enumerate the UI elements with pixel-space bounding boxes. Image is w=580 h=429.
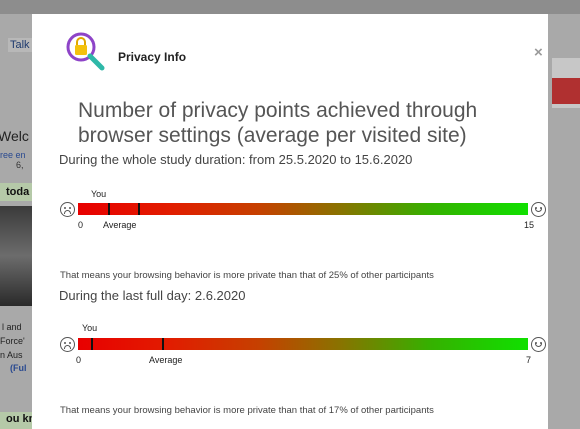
result-text: That means your browsing behavior is mor… <box>60 405 434 416</box>
background-photo <box>0 206 32 306</box>
background-line3: n Aus <box>0 350 23 360</box>
privacy-scale: 0 Average 7 <box>60 335 548 385</box>
background-sub-line2: 6, <box>16 160 24 170</box>
average-marker <box>161 338 164 350</box>
privacy-info-dialog: Privacy Info × Number of privacy points … <box>32 14 548 429</box>
background-top-strip <box>0 0 580 14</box>
sad-face-icon <box>60 337 75 352</box>
privacy-points-heading: Number of privacy points achieved throug… <box>78 99 478 147</box>
happy-face-icon <box>531 337 546 352</box>
you-label: You <box>82 323 98 333</box>
sad-face-icon <box>60 202 75 217</box>
background-line4: (Ful <box>10 363 27 373</box>
scale-min-label: 0 <box>76 355 82 365</box>
scale-min-label: 0 <box>78 220 84 230</box>
privacy-gradient-bar <box>78 338 528 350</box>
you-label: You <box>91 189 107 199</box>
magnifier-lock-icon <box>66 32 105 71</box>
background-today-header: toda <box>0 183 32 201</box>
you-marker <box>90 338 93 350</box>
background-welcome-text: Welc <box>0 128 29 144</box>
average-label: Average <box>149 355 183 365</box>
background-talk-tab[interactable]: Talk <box>8 38 32 52</box>
you-marker <box>108 203 110 215</box>
average-marker <box>138 203 140 215</box>
background-right-image <box>552 78 580 104</box>
section-label-study-duration: During the whole study duration: from 25… <box>59 152 413 167</box>
close-button[interactable]: × <box>534 44 543 61</box>
section-label-last-day: During the last full day: 2.6.2020 <box>59 288 246 303</box>
scale-max-label: 15 <box>524 220 535 230</box>
average-label: Average <box>103 220 137 230</box>
happy-face-icon <box>531 202 546 217</box>
privacy-gradient-bar <box>78 203 528 215</box>
privacy-scale: 0 Average 15 <box>60 200 548 250</box>
result-text: That means your browsing behavior is mor… <box>60 270 434 281</box>
dialog-title: Privacy Info <box>118 50 187 64</box>
background-line1: l and <box>2 322 22 332</box>
scale-max-label: 7 <box>526 355 532 365</box>
background-sub-line1: ree en <box>0 150 26 160</box>
background-line2: Force' <box>0 336 25 346</box>
